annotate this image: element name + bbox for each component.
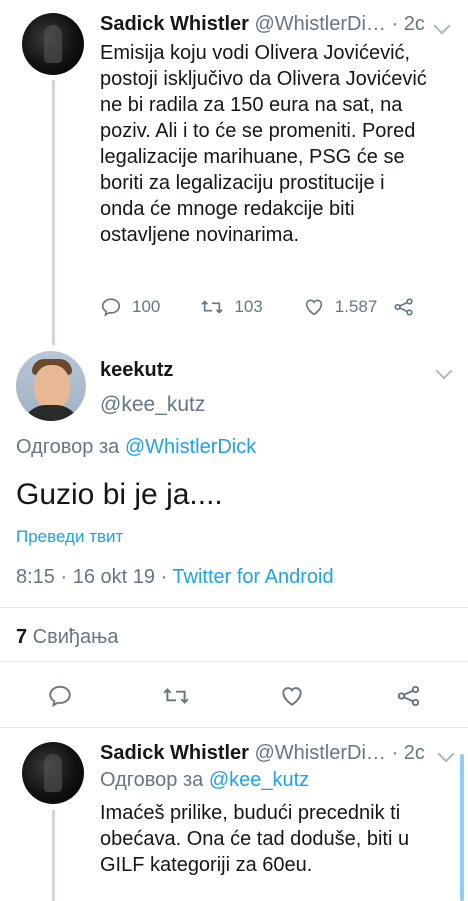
reply-icon (49, 685, 71, 708)
heart-icon (305, 299, 322, 316)
tweet-text: Imaćeš prilike, budući precednik ti obeć… (100, 800, 450, 878)
share-icon (397, 685, 420, 707)
thread-line (52, 810, 55, 901)
tweet-time: · 2c (391, 742, 425, 764)
tweet-text-line: boriti za legalizaciju prostitucije i (100, 172, 385, 194)
retweet-button[interactable]: 103 (200, 296, 263, 318)
scrollbar[interactable] (460, 754, 464, 901)
tweet-text: Guzio bi je ja.... (16, 478, 223, 511)
tweet-time: · 2c (391, 13, 425, 35)
retweet-count: 103 (234, 297, 263, 316)
reply-icon (101, 298, 121, 317)
share-icon (394, 298, 413, 316)
likes-summary[interactable]: 7 Свиђања (16, 626, 119, 649)
reply-handle-link[interactable]: @WhistlerDick (125, 436, 256, 458)
reply-prefix: Одговор за (100, 769, 204, 791)
reply-handle-link[interactable]: @kee_kutz (209, 769, 309, 791)
like-count: 1.587 (334, 297, 378, 316)
tweet-text-line: GILF kategoriji za 60eu. (100, 854, 313, 876)
tweet-text-line: ostavljene novinarima. (100, 224, 299, 246)
author-name[interactable]: Sadick Whistler (100, 13, 249, 35)
translate-link[interactable]: Преведи твит (16, 527, 123, 547)
tweet-text-line: poziv. Ali i to će se promeniti. Pored (100, 120, 416, 142)
reply-context: Одговор за @kee_kutz (100, 769, 309, 792)
share-button[interactable] (393, 296, 425, 318)
tweet-timestamp: 8:15 · 16 okt 19 · (16, 566, 173, 588)
author-handle[interactable]: @WhistlerDi… (255, 13, 386, 35)
author-handle[interactable]: @WhistlerDi… (255, 742, 386, 764)
tweet-actions: 100 103 1.587 (100, 296, 465, 318)
avatar[interactable] (22, 13, 84, 75)
tweet-text-line: ne bi radila za 150 eura na sat, na (100, 94, 403, 116)
reply-button[interactable]: 100 (100, 296, 160, 318)
likes-count: 7 (16, 626, 28, 648)
tweet-text: Emisija koju vodi Olivera Jovićević, pos… (100, 40, 460, 248)
avatar[interactable] (22, 742, 84, 804)
retweet-icon (201, 300, 224, 314)
reply-count: 100 (132, 297, 161, 316)
reply-prefix: Одговор за (16, 436, 120, 458)
avatar[interactable] (16, 351, 86, 421)
tweet-header: Sadick Whistler @WhistlerDi… · 2c (100, 13, 440, 36)
like-button[interactable]: 1.587 (303, 296, 378, 318)
tweet-actions (0, 677, 468, 717)
chevron-down-icon[interactable] (435, 362, 453, 380)
like-button[interactable] (279, 683, 305, 714)
tweet-text-line: obećava. Ona će tad doduše, biti u (100, 828, 410, 850)
author-name[interactable]: keekutz (100, 359, 173, 382)
tweet-source-link[interactable]: Twitter for Android (172, 566, 333, 588)
tweet-text-line: Emisija koju vodi Olivera Jovićević, (100, 42, 411, 64)
tweet-text-line: legalizacije marihuane, PSG će se (100, 146, 405, 168)
retweet-button[interactable] (162, 683, 190, 714)
chevron-down-icon[interactable] (437, 745, 455, 763)
reply-button[interactable] (47, 683, 73, 714)
thread-line (52, 80, 55, 345)
tweet-meta: 8:15 · 16 okt 19 · Twitter for Android (16, 566, 334, 589)
retweet-icon (163, 688, 189, 704)
author-handle[interactable]: @kee_kutz (100, 393, 205, 417)
tweet-header: Sadick Whistler @WhistlerDi… · 2c (100, 742, 440, 765)
divider (0, 661, 468, 662)
tweet-text-line: Imaćeš prilike, budući precednik ti (100, 802, 401, 824)
share-button[interactable] (396, 683, 422, 714)
divider (0, 607, 468, 608)
tweet-reply[interactable]: Sadick Whistler @WhistlerDi… · 2c Одгово… (0, 728, 468, 901)
likes-label: Свиђања (27, 626, 119, 648)
tweet-parent[interactable]: Sadick Whistler @WhistlerDi… · 2c Emisij… (0, 0, 468, 345)
tweet-text-line: postoji isključivo da Olivera Jovićević (100, 68, 427, 90)
tweet-text-line: onda će mnoge redakcije biti (100, 198, 355, 220)
reply-context: Одговор за @WhistlerDick (16, 436, 256, 459)
author-name[interactable]: Sadick Whistler (100, 742, 249, 764)
heart-icon (282, 687, 302, 706)
